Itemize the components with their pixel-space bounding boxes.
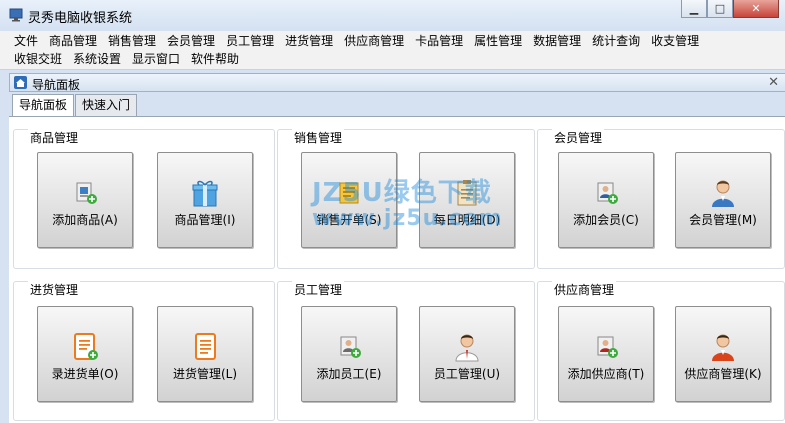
group-goods: 商品管理 添加商品(A) 商品管理(I)	[13, 129, 275, 269]
menu-row-1: 文件 商品管理 销售管理 会员管理 员工管理 进货管理 供应商管理 卡品管理 属…	[14, 33, 710, 50]
menu-sales[interactable]: 销售管理	[108, 33, 167, 50]
tile-label: 添加会员(C)	[573, 213, 639, 227]
purchase-management-button[interactable]: 进货管理(L)	[157, 306, 253, 402]
add-product-button[interactable]: 添加商品(A)	[37, 152, 133, 248]
menu-suppliers[interactable]: 供应商管理	[344, 33, 415, 50]
window-title: 灵秀电脑收银系统	[28, 11, 133, 26]
add-member-icon	[597, 182, 618, 204]
panel-title: 导航面板	[32, 78, 81, 92]
group-purchase: 进货管理 录进货单(O) 进货管理(L)	[13, 281, 275, 421]
staff-management-button[interactable]: 员工管理(U)	[419, 306, 515, 402]
gift-box-icon	[192, 180, 218, 207]
group-staff: 员工管理 添加员工(E) 员工管理(U)	[277, 281, 535, 421]
home-icon	[14, 76, 27, 89]
menu-settings[interactable]: 系统设置	[73, 51, 132, 68]
minimize-button[interactable]: ▁	[681, 0, 707, 18]
menu-statistics[interactable]: 统计查询	[592, 33, 651, 50]
supplier-management-button[interactable]: 供应商管理(K)	[675, 306, 771, 402]
tile-label: 商品管理(I)	[174, 213, 236, 227]
menu-members[interactable]: 会员管理	[167, 33, 226, 50]
panel-header: 导航面板 ✕	[9, 73, 785, 92]
group-title: 进货管理	[28, 281, 81, 298]
navigation-content: 商品管理 添加商品(A) 商品管理(I) 销售管理 销售开单(S) 每日明细(D…	[9, 116, 785, 423]
panel-close-icon[interactable]: ✕	[768, 75, 779, 90]
add-staff-button[interactable]: 添加员工(E)	[301, 306, 397, 402]
tab-strip: 导航面板 快速入门	[12, 94, 138, 117]
menu-staff[interactable]: 员工管理	[226, 33, 285, 50]
menu-attributes[interactable]: 属性管理	[474, 33, 533, 50]
menu-file[interactable]: 文件	[14, 33, 49, 50]
menu-row-2: 收银交班 系统设置 显示窗口 软件帮助	[14, 51, 250, 68]
menu-windows[interactable]: 显示窗口	[132, 51, 191, 68]
menu-help[interactable]: 软件帮助	[191, 51, 250, 68]
monitor-icon	[9, 8, 23, 22]
tile-label: 会员管理(M)	[689, 213, 757, 227]
add-member-button[interactable]: 添加会员(C)	[558, 152, 654, 248]
watermark-line-1: JZ5U绿色下载	[312, 178, 492, 208]
member-management-button[interactable]: 会员管理(M)	[675, 152, 771, 248]
menu-bar: 文件 商品管理 销售管理 会员管理 员工管理 进货管理 供应商管理 卡品管理 属…	[0, 31, 785, 70]
group-members: 会员管理 添加会员(C) 会员管理(M)	[537, 129, 785, 269]
tile-label: 员工管理(U)	[433, 367, 501, 381]
group-title: 商品管理	[28, 129, 81, 146]
add-product-icon	[76, 182, 97, 204]
window-controls: ▁ □ ✕	[681, 0, 779, 18]
tab-navigation-panel[interactable]: 导航面板	[12, 94, 75, 117]
watermark-line-2: www.jz5u.com	[312, 206, 503, 231]
watermark: JZ5U绿色下载 www.jz5u.com	[312, 180, 503, 232]
tile-label: 添加商品(A)	[52, 213, 118, 227]
group-title: 销售管理	[292, 129, 345, 146]
menu-shift-handover[interactable]: 收银交班	[14, 51, 73, 68]
group-title: 会员管理	[552, 129, 605, 146]
tile-label: 供应商管理(K)	[684, 367, 762, 381]
add-purchase-doc-icon	[74, 333, 98, 360]
menu-purchase[interactable]: 进货管理	[285, 33, 344, 50]
add-supplier-icon	[597, 336, 618, 358]
member-person-icon	[712, 180, 734, 207]
add-staff-icon	[340, 336, 361, 358]
supplier-person-icon	[712, 334, 734, 361]
staff-person-icon	[455, 334, 479, 362]
tile-label: 添加供应商(T)	[567, 367, 645, 381]
menu-data[interactable]: 数据管理	[533, 33, 592, 50]
tile-label: 录进货单(O)	[51, 367, 119, 381]
group-suppliers: 供应商管理 添加供应商(T) 供应商管理(K)	[537, 281, 785, 421]
menu-goods[interactable]: 商品管理	[49, 33, 108, 50]
menu-cards[interactable]: 卡品管理	[415, 33, 474, 50]
group-title: 员工管理	[292, 281, 345, 298]
menu-income-expense[interactable]: 收支管理	[651, 33, 710, 50]
group-title: 供应商管理	[552, 281, 617, 298]
purchase-doc-icon	[195, 333, 216, 360]
tile-label: 进货管理(L)	[172, 367, 238, 381]
maximize-button[interactable]: □	[707, 0, 733, 18]
product-management-button[interactable]: 商品管理(I)	[157, 152, 253, 248]
tab-quick-start[interactable]: 快速入门	[75, 94, 138, 116]
tile-label: 添加员工(E)	[316, 367, 382, 381]
enter-purchase-order-button[interactable]: 录进货单(O)	[37, 306, 133, 402]
close-button[interactable]: ✕	[733, 0, 779, 18]
title-bar: 灵秀电脑收银系统 ▁ □ ✕	[0, 0, 785, 31]
add-supplier-button[interactable]: 添加供应商(T)	[558, 306, 654, 402]
